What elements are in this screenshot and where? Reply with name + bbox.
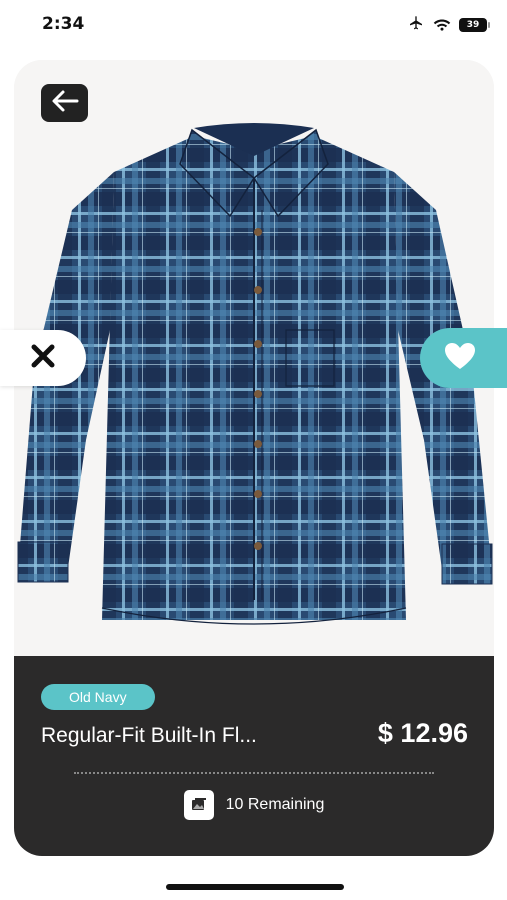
heart-icon [443,341,477,375]
dislike-button[interactable] [0,330,86,386]
product-info-panel: Old Navy Regular-Fit Built-In Fl... $ 12… [14,656,494,856]
battery-icon: 39 [459,18,490,32]
home-indicator[interactable] [166,884,344,890]
remaining-text: 10 Remaining [225,796,325,813]
airplane-icon [407,15,425,35]
divider [74,772,434,774]
brand-badge: Old Navy [41,684,155,710]
status-time: 2:34 [42,14,85,34]
arrow-left-icon [50,89,80,117]
product-card[interactable]: Old Navy Regular-Fit Built-In Fl... $ 12… [14,60,494,856]
x-icon [30,343,56,373]
wifi-icon [433,16,451,35]
remaining-counter: 10 Remaining [14,790,494,820]
status-bar: 2:34 39 [0,0,507,52]
status-icons: 39 [407,15,490,35]
back-button[interactable] [41,84,88,122]
like-button[interactable] [420,328,507,388]
image-stack-icon [183,790,214,820]
product-title: Regular-Fit Built-In Fl... [41,724,257,747]
product-price: $ 12.96 [377,718,468,748]
